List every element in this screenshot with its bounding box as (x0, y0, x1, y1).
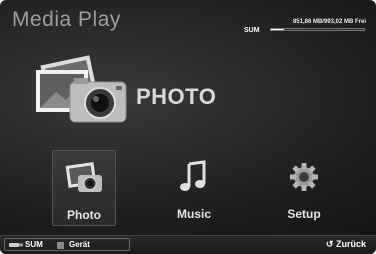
footer-sum-label[interactable]: SUM (25, 240, 43, 249)
app-title: Media Play (12, 8, 121, 31)
storage-indicator: 851,86 MB/993,02 MB Frei SUM (244, 19, 366, 35)
back-label: Zurück (335, 239, 366, 249)
storage-summary: 851,86 MB/993,02 MB Frei (292, 19, 366, 25)
storage-device-label: SUM (244, 27, 260, 34)
menu-item-label-photo: Photo (67, 208, 101, 222)
storage-bar (270, 28, 365, 31)
photo-camera-icon (65, 162, 102, 192)
footer-device-label[interactable]: Gerät (69, 240, 90, 249)
media-play-screen: Media Play 851,86 MB/993,02 MB Frei SUM (0, 0, 376, 254)
header: Media Play 851,86 MB/993,02 MB Frei SUM (0, 0, 376, 38)
hero-title: PHOTO (136, 84, 217, 109)
device-square-icon (57, 242, 64, 249)
footer-device-box: SUM Gerät (4, 238, 130, 251)
back-button[interactable]: ↺ Zurück (326, 239, 366, 250)
menu-item-setup[interactable]: Setup (272, 150, 336, 226)
return-arrow-icon: ↺ (325, 239, 334, 249)
gear-icon (290, 163, 318, 191)
menu-item-label-music: Music (176, 207, 211, 221)
menu-item-music[interactable]: Music (162, 150, 226, 226)
media-menu: Photo Music Setup (48, 150, 368, 230)
photo-camera-icon (36, 55, 127, 123)
menu-item-label-setup: Setup (287, 207, 321, 221)
storage-fill (271, 29, 285, 30)
usb-stick-icon (9, 243, 23, 247)
footer-bar: SUM Gerät ↺ Zurück (0, 235, 376, 254)
menu-item-photo[interactable]: Photo (52, 150, 116, 226)
music-note-icon (180, 160, 206, 191)
hero: PHOTO (34, 54, 244, 136)
